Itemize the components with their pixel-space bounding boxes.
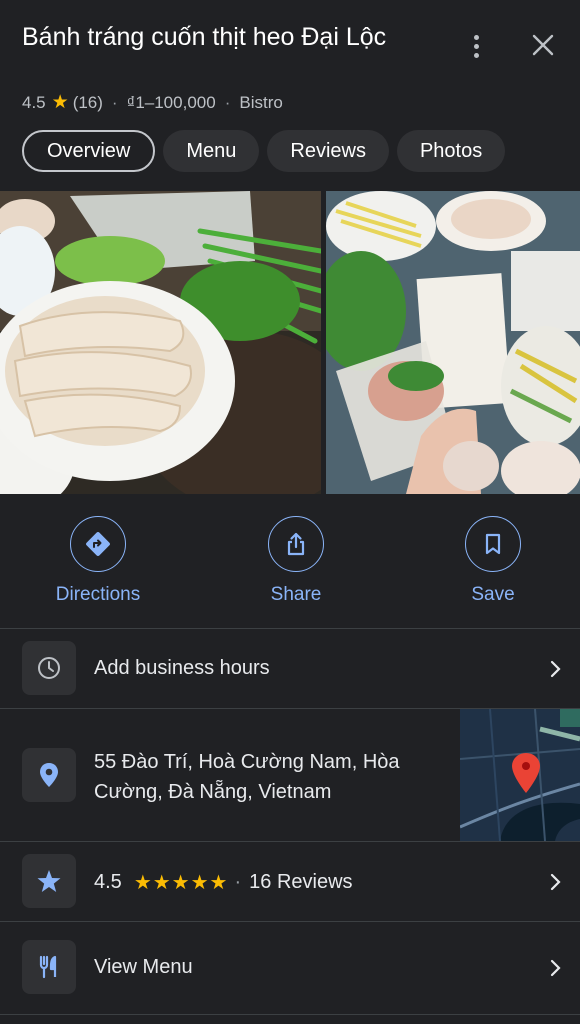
place-category: Bistro bbox=[239, 92, 283, 112]
bookmark-icon bbox=[465, 516, 521, 572]
save-button[interactable]: Save bbox=[428, 516, 558, 606]
share-button[interactable]: Share bbox=[231, 516, 361, 606]
rating-value: 4.5 bbox=[22, 92, 46, 112]
tab-bar: Overview Menu Reviews Photos bbox=[22, 130, 506, 174]
tab-reviews[interactable]: Reviews bbox=[267, 130, 389, 172]
star-icon: ★ bbox=[51, 92, 69, 113]
price-range: ₫1–100,000 bbox=[126, 92, 216, 112]
address-text: 55 Đào Trí, Hoà Cường Nam, Hòa Cường, Đà… bbox=[94, 747, 400, 807]
restaurant-icon bbox=[22, 940, 76, 994]
map-thumbnail[interactable] bbox=[460, 709, 580, 841]
review-count: (16) bbox=[72, 92, 103, 112]
business-hours-row[interactable]: Add business hours bbox=[0, 629, 580, 708]
tab-photos[interactable]: Photos bbox=[396, 130, 506, 172]
directions-icon bbox=[70, 516, 126, 572]
chevron-right-icon bbox=[549, 872, 563, 892]
star-icon bbox=[22, 854, 76, 908]
clock-icon bbox=[22, 641, 76, 695]
reviews-count: 16 Reviews bbox=[249, 871, 353, 893]
share-icon bbox=[268, 516, 324, 572]
directions-button[interactable]: Directions bbox=[33, 516, 163, 606]
view-menu-label: View Menu bbox=[94, 956, 193, 978]
meta-separator: · bbox=[111, 92, 118, 112]
food-photo-table-spread[interactable] bbox=[326, 191, 580, 494]
food-photo-pork-plate[interactable] bbox=[0, 191, 321, 494]
tab-menu[interactable]: Menu bbox=[163, 130, 260, 172]
rating-value: 4.5 bbox=[94, 871, 122, 893]
photo-gallery bbox=[0, 191, 580, 494]
rating-stars: ★★★★★ bbox=[133, 872, 229, 894]
place-meta: 4.5 ★ (16) · ₫1–100,000 · Bistro bbox=[22, 91, 283, 114]
rating-separator: · bbox=[234, 871, 242, 893]
view-menu-row[interactable]: View Menu bbox=[0, 922, 580, 1014]
divider bbox=[0, 1014, 580, 1015]
place-header: Bánh tráng cuốn thịt heo Đại Lộc 4.5 ★ (… bbox=[0, 0, 580, 122]
address-line-1: 55 Đào Trí, Hoà Cường Nam, Hòa bbox=[94, 751, 400, 773]
quick-actions: Directions Share Save bbox=[0, 494, 580, 628]
save-label: Save bbox=[471, 584, 515, 605]
more-options-icon[interactable] bbox=[464, 30, 488, 62]
close-icon[interactable] bbox=[530, 32, 556, 58]
add-hours-label: Add business hours bbox=[94, 657, 270, 679]
rating-row[interactable]: 4.5 ★★★★★ · 16 Reviews bbox=[0, 842, 580, 921]
rating-summary: 4.5 ★★★★★ · 16 Reviews bbox=[94, 870, 353, 895]
share-label: Share bbox=[270, 584, 322, 605]
address-line-2: Cường, Đà Nẵng, Vietnam bbox=[94, 781, 332, 803]
meta-separator: · bbox=[224, 92, 231, 112]
directions-label: Directions bbox=[55, 584, 141, 605]
tab-overview[interactable]: Overview bbox=[22, 130, 156, 172]
chevron-right-icon bbox=[549, 958, 563, 978]
location-pin-icon bbox=[22, 748, 76, 802]
chevron-right-icon bbox=[549, 659, 563, 679]
place-title: Bánh tráng cuốn thịt heo Đại Lộc bbox=[22, 23, 387, 51]
